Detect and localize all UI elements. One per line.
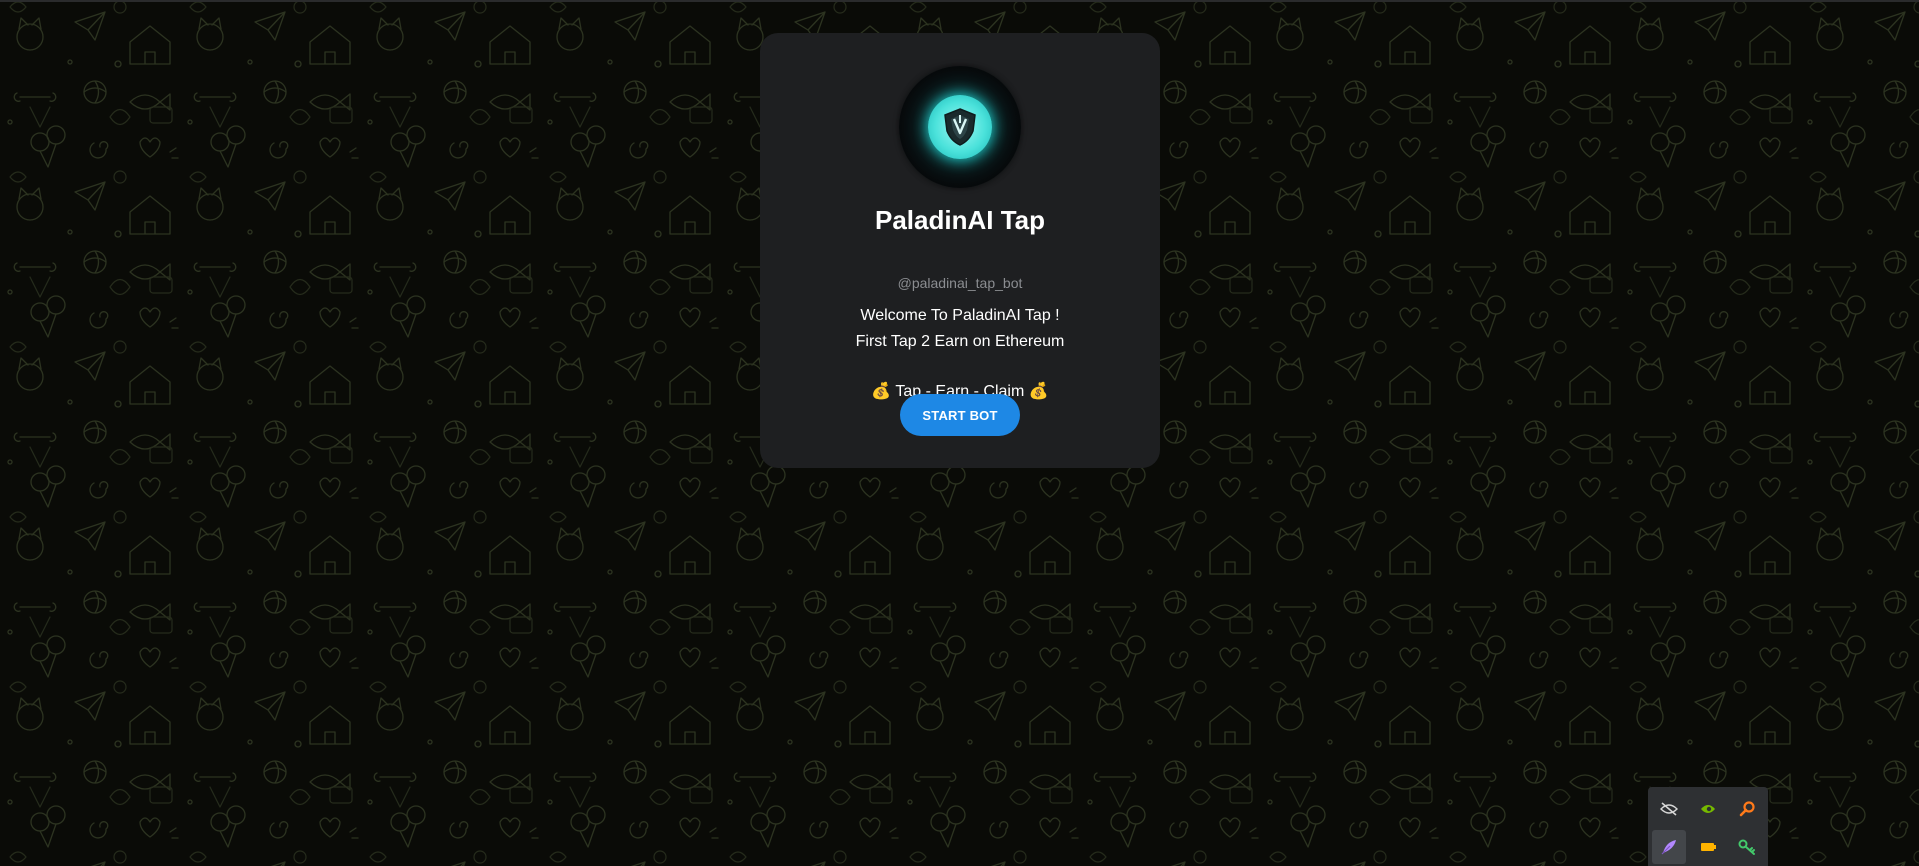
bot-info-card: PaladinAI Tap @paladinai_tap_bot Welcome… [760, 33, 1160, 468]
system-tray-overflow [1648, 787, 1768, 866]
key-icon[interactable] [1730, 830, 1764, 864]
nvidia-icon[interactable] [1691, 792, 1725, 826]
start-bot-button[interactable]: START BOT [900, 394, 1020, 436]
search-icon[interactable] [1730, 792, 1764, 826]
shield-logo-icon [928, 95, 992, 159]
bot-description: Welcome To PaladinAI Tap ! First Tap 2 E… [760, 303, 1160, 405]
description-line: First Tap 2 Earn on Ethereum [855, 333, 1065, 350]
bot-avatar [899, 66, 1021, 188]
hidden-eye-icon[interactable] [1652, 792, 1686, 826]
battery-icon[interactable] [1691, 830, 1725, 864]
feather-icon[interactable] [1652, 830, 1686, 864]
bot-name: PaladinAI Tap [875, 205, 1045, 235]
description-line: Welcome To PaladinAI Tap ! [860, 307, 1060, 324]
bot-username[interactable]: @paladinai_tap_bot [760, 274, 1160, 292]
